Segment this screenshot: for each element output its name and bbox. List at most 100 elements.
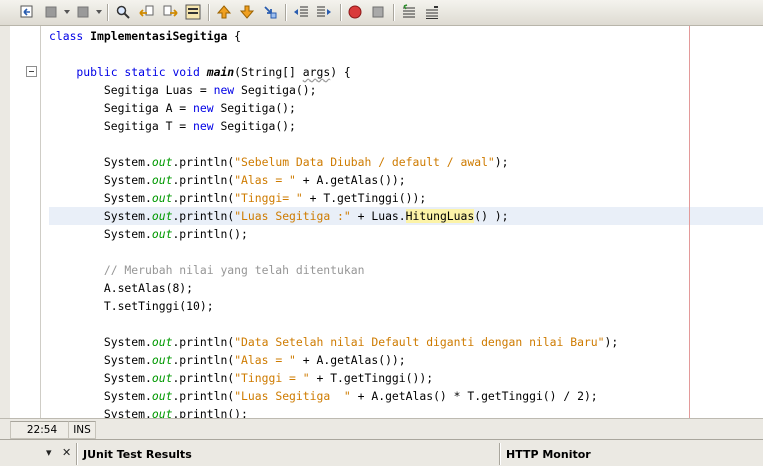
code-token: System.: [49, 335, 152, 349]
comment-icon[interactable]: [400, 3, 418, 21]
code-token: out: [151, 227, 173, 241]
line-gutter[interactable]: [10, 26, 41, 418]
code-token: Segitiga T =: [49, 119, 194, 133]
code-token: + A.getAlas());: [295, 173, 406, 187]
code-token: Segitiga();: [213, 101, 296, 115]
code-line[interactable]: System.out.println("Alas = " + A.getAlas…: [49, 171, 406, 189]
code-token: System.: [49, 389, 152, 403]
code-token: args: [302, 65, 331, 79]
code-token: .println(: [172, 353, 235, 367]
code-token: new: [193, 119, 214, 133]
code-token: );: [604, 335, 619, 349]
find-previous-icon[interactable]: [138, 3, 156, 21]
code-token: public static void: [49, 65, 207, 79]
find-icon[interactable]: [114, 3, 132, 21]
previous-bookmark-icon[interactable]: [215, 3, 233, 21]
code-token: ImplementasiSegitiga: [90, 29, 228, 43]
code-line[interactable]: A.setAlas(8);: [49, 279, 193, 297]
code-line[interactable]: System.out.println("Data Setelah nilai D…: [49, 333, 618, 351]
caret-position: 22:54: [10, 421, 74, 439]
code-token: "Luas Segitiga ": [234, 389, 351, 403]
panel-dropdown-icon[interactable]: ▾: [46, 446, 52, 459]
code-line[interactable]: System.out.println("Tinggi = " + T.getTi…: [49, 369, 433, 387]
tab-http-monitor[interactable]: HTTP Monitor: [506, 445, 591, 464]
editor-toolbar: [0, 0, 763, 26]
code-token: .println(: [172, 209, 235, 223]
code-token: Segitiga();: [234, 83, 317, 97]
tab-junit-test-results[interactable]: JUnit Test Results: [83, 445, 192, 464]
code-token: .println(: [172, 173, 235, 187]
code-token: new: [213, 83, 235, 97]
code-token: "Alas = ": [234, 353, 296, 367]
code-token: (String[]: [234, 65, 303, 79]
find-next-icon[interactable]: [161, 3, 179, 21]
code-token: System.: [49, 155, 152, 169]
code-token: .println();: [172, 227, 248, 241]
code-token: + T.getTinggi());: [309, 371, 434, 385]
code-token: {: [227, 29, 242, 43]
last-edit-icon[interactable]: [18, 3, 36, 21]
code-line[interactable]: class ImplementasiSegitiga {: [49, 27, 241, 45]
code-line[interactable]: System.out.println("Tinggi= " + T.getTin…: [49, 189, 426, 207]
code-token: .println(: [172, 371, 235, 385]
code-line[interactable]: T.setTinggi(10);: [49, 297, 214, 315]
fold-collapse-icon[interactable]: [26, 66, 37, 77]
code-line[interactable]: Segitiga A = new Segitiga();: [49, 99, 296, 117]
next-bookmark-icon[interactable]: [238, 3, 256, 21]
forward-icon[interactable]: [74, 3, 92, 21]
code-token: Segitiga();: [213, 119, 296, 133]
code-token: // Merubah nilai yang telah ditentukan: [49, 263, 365, 277]
code-token: .println(: [172, 191, 235, 205]
toggle-bookmark-icon[interactable]: [261, 3, 279, 21]
code-token: ) {: [330, 65, 351, 79]
toggle-highlight-icon[interactable]: [184, 3, 202, 21]
panel-close-icon[interactable]: ✕: [62, 446, 71, 459]
code-token: System.: [49, 209, 152, 223]
code-line[interactable]: Segitiga Luas = new Segitiga();: [49, 81, 317, 99]
code-token: Segitiga Luas =: [49, 83, 214, 97]
code-token: .println(: [172, 335, 235, 349]
code-token: new: [193, 101, 214, 115]
code-token: System.: [49, 191, 152, 205]
code-token: "Luas Segitiga :": [234, 209, 351, 223]
code-line[interactable]: public static void main(String[] args) {: [49, 63, 351, 81]
start-macro-icon[interactable]: [346, 3, 364, 21]
insert-mode: INS: [68, 421, 96, 439]
code-token: T.setTinggi(10);: [49, 299, 214, 313]
code-token: A.setAlas(8);: [49, 281, 194, 295]
code-line[interactable]: System.out.println("Luas Segitiga " + A.…: [49, 387, 598, 405]
code-token: .println(: [172, 155, 235, 169]
code-token: "Tinggi= ": [234, 191, 303, 205]
code-line[interactable]: System.out.println();: [49, 225, 248, 243]
code-token: out: [151, 335, 173, 349]
code-token: System.: [49, 371, 152, 385]
shift-right-icon[interactable]: [315, 3, 333, 21]
code-token: class: [49, 29, 91, 43]
code-token: Segitiga A =: [49, 101, 194, 115]
code-token: "Data Setelah nilai Default diganti deng…: [234, 335, 605, 349]
right-margin-line: [689, 26, 690, 418]
code-token: HitungLuas: [405, 209, 475, 223]
code-token: + A.getAlas());: [295, 353, 406, 367]
code-line[interactable]: // Merubah nilai yang telah ditentukan: [49, 261, 365, 279]
code-token: out: [151, 155, 173, 169]
code-token: out: [151, 371, 173, 385]
code-token: out: [151, 191, 173, 205]
code-token: + Luas.: [350, 209, 406, 223]
uncomment-icon[interactable]: [423, 3, 441, 21]
bottom-panel: ▾ ✕ JUnit Test Results HTTP Monitor: [0, 439, 763, 466]
code-line[interactable]: System.out.println("Sebelum Data Diubah …: [49, 153, 509, 171]
code-token: .println(: [172, 389, 235, 403]
code-token: );: [494, 155, 509, 169]
code-token: + T.getTinggi());: [302, 191, 427, 205]
code-token: "Alas = ": [234, 173, 296, 187]
code-token: System.: [49, 173, 152, 187]
code-token: System.: [49, 227, 152, 241]
code-line[interactable]: Segitiga T = new Segitiga();: [49, 117, 296, 135]
code-token: out: [151, 389, 173, 403]
shift-left-icon[interactable]: [292, 3, 310, 21]
code-line[interactable]: System.out.println("Luas Segitiga :" + L…: [49, 207, 509, 225]
stop-macro-icon[interactable]: [369, 3, 387, 21]
back-icon[interactable]: [42, 3, 60, 21]
code-line[interactable]: System.out.println("Alas = " + A.getAlas…: [49, 351, 406, 369]
